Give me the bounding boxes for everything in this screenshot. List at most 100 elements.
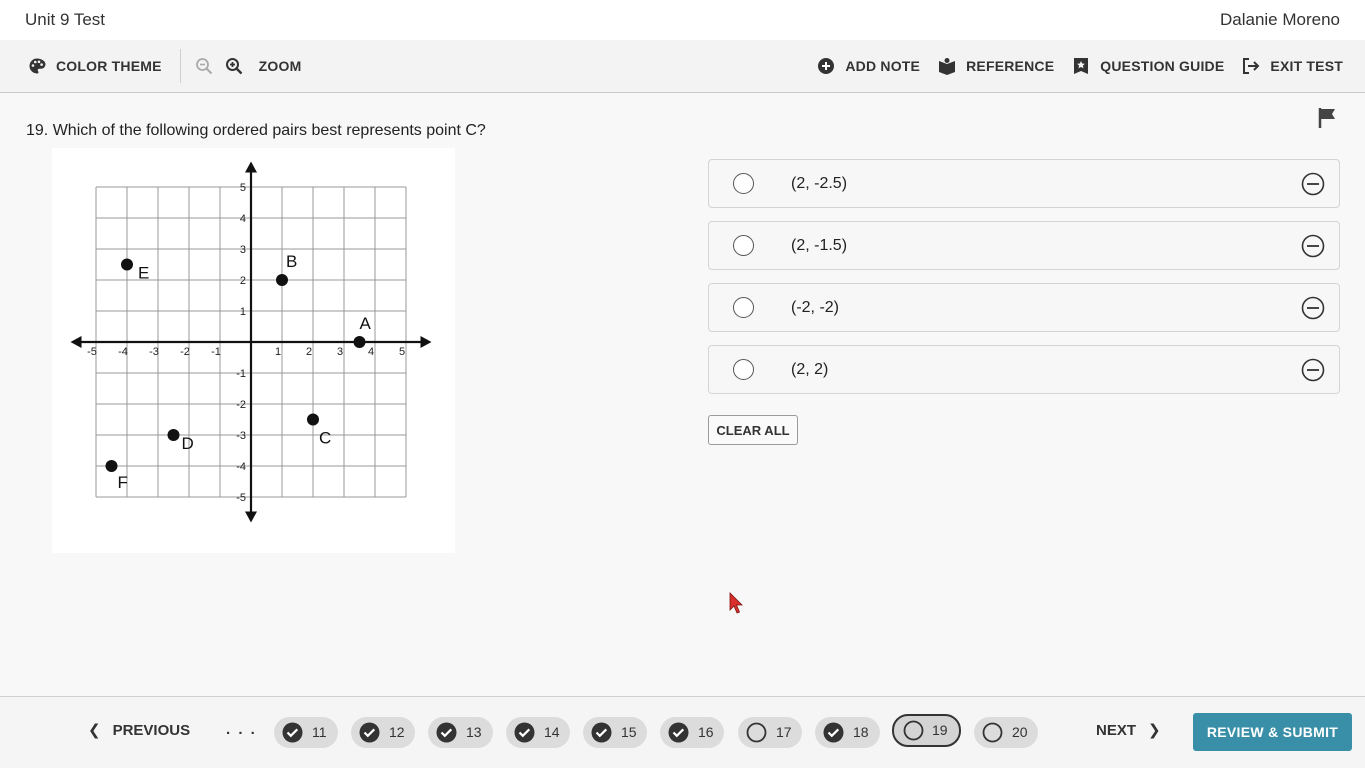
exit-icon bbox=[1242, 57, 1260, 75]
previous-button[interactable]: ❮ PREVIOUS bbox=[88, 721, 191, 740]
question-nav-19-current[interactable]: 19 bbox=[892, 714, 961, 747]
coordinate-graph: -5 -4 -3 -2 -1 1 2 3 4 5 5 4 3 2 1 -1 -2 -3 -4 -5 A B C D E F bbox=[52, 148, 455, 553]
y-tick-label: 5 bbox=[240, 182, 246, 194]
zoom-out-icon[interactable] bbox=[195, 57, 213, 75]
answer-option-c[interactable]: (-2, -2) bbox=[708, 283, 1340, 332]
question-guide-label: QUESTION GUIDE bbox=[1100, 58, 1225, 74]
x-tick-label: -5 bbox=[87, 346, 97, 358]
point-label-F: F bbox=[118, 473, 128, 492]
check-circle-icon bbox=[668, 722, 689, 743]
y-tick-label: 4 bbox=[240, 213, 246, 225]
y-tick-label: -3 bbox=[236, 430, 246, 442]
point-label-A: A bbox=[360, 314, 372, 333]
radio-button[interactable] bbox=[733, 359, 754, 380]
zoom-label: ZOOM bbox=[258, 58, 302, 74]
point-label-B: B bbox=[286, 252, 297, 271]
question-nav-16[interactable]: 16 bbox=[660, 717, 724, 748]
x-tick-label: 3 bbox=[337, 346, 343, 358]
answer-option-b[interactable]: (2, -1.5) bbox=[708, 221, 1340, 270]
toolbar-right-group: ADD NOTE REFERENCE QUESTION GUIDE EXIT T… bbox=[817, 57, 1343, 75]
empty-circle-icon bbox=[982, 722, 1003, 743]
y-tick-label: -5 bbox=[236, 492, 246, 504]
coordinate-grid-svg: -5 -4 -3 -2 -1 1 2 3 4 5 5 4 3 2 1 -1 -2 -3 -4 -5 A B C D E F bbox=[70, 161, 432, 523]
review-submit-button[interactable]: REVIEW & SUBMIT bbox=[1193, 713, 1352, 751]
question-number-label: 17 bbox=[776, 724, 792, 740]
question-number-label: 13 bbox=[466, 724, 482, 740]
chevron-left-icon: ❮ bbox=[88, 722, 101, 739]
add-note-label: ADD NOTE bbox=[845, 58, 921, 74]
point-F bbox=[105, 460, 118, 472]
strikethrough-icon[interactable] bbox=[1301, 234, 1325, 258]
chevron-right-icon: ❯ bbox=[1148, 722, 1161, 739]
next-button[interactable]: NEXT ❯ bbox=[1096, 721, 1161, 740]
color-theme-button[interactable]: COLOR THEME bbox=[28, 57, 162, 75]
question-nav-20[interactable]: 20 bbox=[974, 717, 1038, 748]
answer-option-label: (-2, -2) bbox=[791, 298, 839, 316]
check-circle-icon bbox=[359, 722, 380, 743]
student-name: Dalanie Moreno bbox=[1219, 10, 1340, 29]
question-nav-15[interactable]: 15 bbox=[583, 717, 647, 748]
y-tick-label: -1 bbox=[236, 368, 246, 380]
question-number-label: 20 bbox=[1012, 724, 1028, 740]
add-note-button[interactable]: ADD NOTE bbox=[817, 57, 920, 75]
question-nav-18[interactable]: 18 bbox=[815, 717, 880, 748]
next-label: NEXT bbox=[1096, 721, 1137, 739]
more-questions-ellipsis[interactable]: . . . bbox=[226, 721, 257, 738]
y-tick-label: 3 bbox=[240, 244, 246, 256]
reference-button[interactable]: REFERENCE bbox=[938, 57, 1054, 75]
point-label-E: E bbox=[138, 264, 149, 283]
point-label-C: C bbox=[319, 429, 331, 448]
x-tick-label: 2 bbox=[306, 346, 312, 358]
x-tick-label: 1 bbox=[275, 346, 281, 358]
bookmark-star-icon bbox=[1072, 57, 1090, 75]
point-label-D: D bbox=[182, 434, 194, 453]
question-nav-11[interactable]: 11 bbox=[274, 717, 338, 748]
previous-label: PREVIOUS bbox=[112, 721, 191, 739]
question-nav-14[interactable]: 14 bbox=[506, 717, 570, 748]
title-bar: Unit 9 Test Dalanie Moreno bbox=[0, 0, 1365, 40]
question-number-label: 15 bbox=[621, 724, 637, 740]
question-number-label: 11 bbox=[312, 724, 327, 740]
exit-test-label: EXIT TEST bbox=[1270, 58, 1343, 74]
x-axis-arrow-right bbox=[420, 336, 432, 348]
answer-option-d[interactable]: (2, 2) bbox=[708, 345, 1340, 394]
question-number-label: 19 bbox=[932, 722, 948, 738]
zoom-in-icon[interactable] bbox=[225, 57, 243, 75]
check-circle-icon bbox=[436, 722, 457, 743]
check-circle-icon bbox=[591, 722, 612, 743]
x-tick-label: -1 bbox=[211, 346, 221, 358]
radio-button[interactable] bbox=[733, 297, 754, 318]
clear-all-button[interactable]: CLEAR ALL bbox=[708, 415, 798, 445]
question-nav-12[interactable]: 12 bbox=[351, 717, 415, 748]
radio-button[interactable] bbox=[733, 173, 754, 194]
strikethrough-icon[interactable] bbox=[1301, 358, 1325, 382]
x-tick-label: -4 bbox=[118, 346, 128, 358]
toolbar: COLOR THEME ZOOM ADD NOTE REFERENCE QUES… bbox=[0, 40, 1365, 93]
answer-option-a[interactable]: (2, -2.5) bbox=[708, 159, 1340, 208]
check-circle-icon bbox=[514, 722, 535, 743]
answer-option-label: (2, 2) bbox=[791, 360, 829, 378]
question-number-label: 12 bbox=[389, 724, 405, 740]
answer-option-label: (2, -2.5) bbox=[791, 174, 848, 192]
mouse-cursor-icon bbox=[729, 592, 743, 614]
radio-button[interactable] bbox=[733, 235, 754, 256]
strikethrough-icon[interactable] bbox=[1301, 172, 1325, 196]
question-guide-button[interactable]: QUESTION GUIDE bbox=[1072, 57, 1224, 75]
palette-icon bbox=[28, 57, 46, 75]
exit-test-button[interactable]: EXIT TEST bbox=[1242, 57, 1343, 75]
question-number-label: 18 bbox=[853, 724, 869, 740]
strikethrough-icon[interactable] bbox=[1301, 296, 1325, 320]
y-tick-label: -2 bbox=[236, 399, 246, 411]
flag-question-icon[interactable] bbox=[1318, 107, 1338, 129]
zoom-controls: ZOOM bbox=[195, 57, 302, 75]
bottom-navigation: ❮ PREVIOUS . . . 11 12 13 14 15 16 17 18… bbox=[0, 696, 1365, 768]
question-nav-13[interactable]: 13 bbox=[428, 717, 493, 748]
question-text: Which of the following ordered pairs bes… bbox=[52, 122, 486, 139]
empty-circle-icon bbox=[746, 722, 767, 743]
question-number-label: 14 bbox=[544, 724, 560, 740]
question-nav-17[interactable]: 17 bbox=[738, 717, 802, 748]
point-C bbox=[307, 413, 319, 426]
plus-circle-icon bbox=[817, 57, 835, 75]
y-axis-arrow-up bbox=[245, 161, 257, 173]
y-axis-arrow-down bbox=[245, 511, 257, 523]
